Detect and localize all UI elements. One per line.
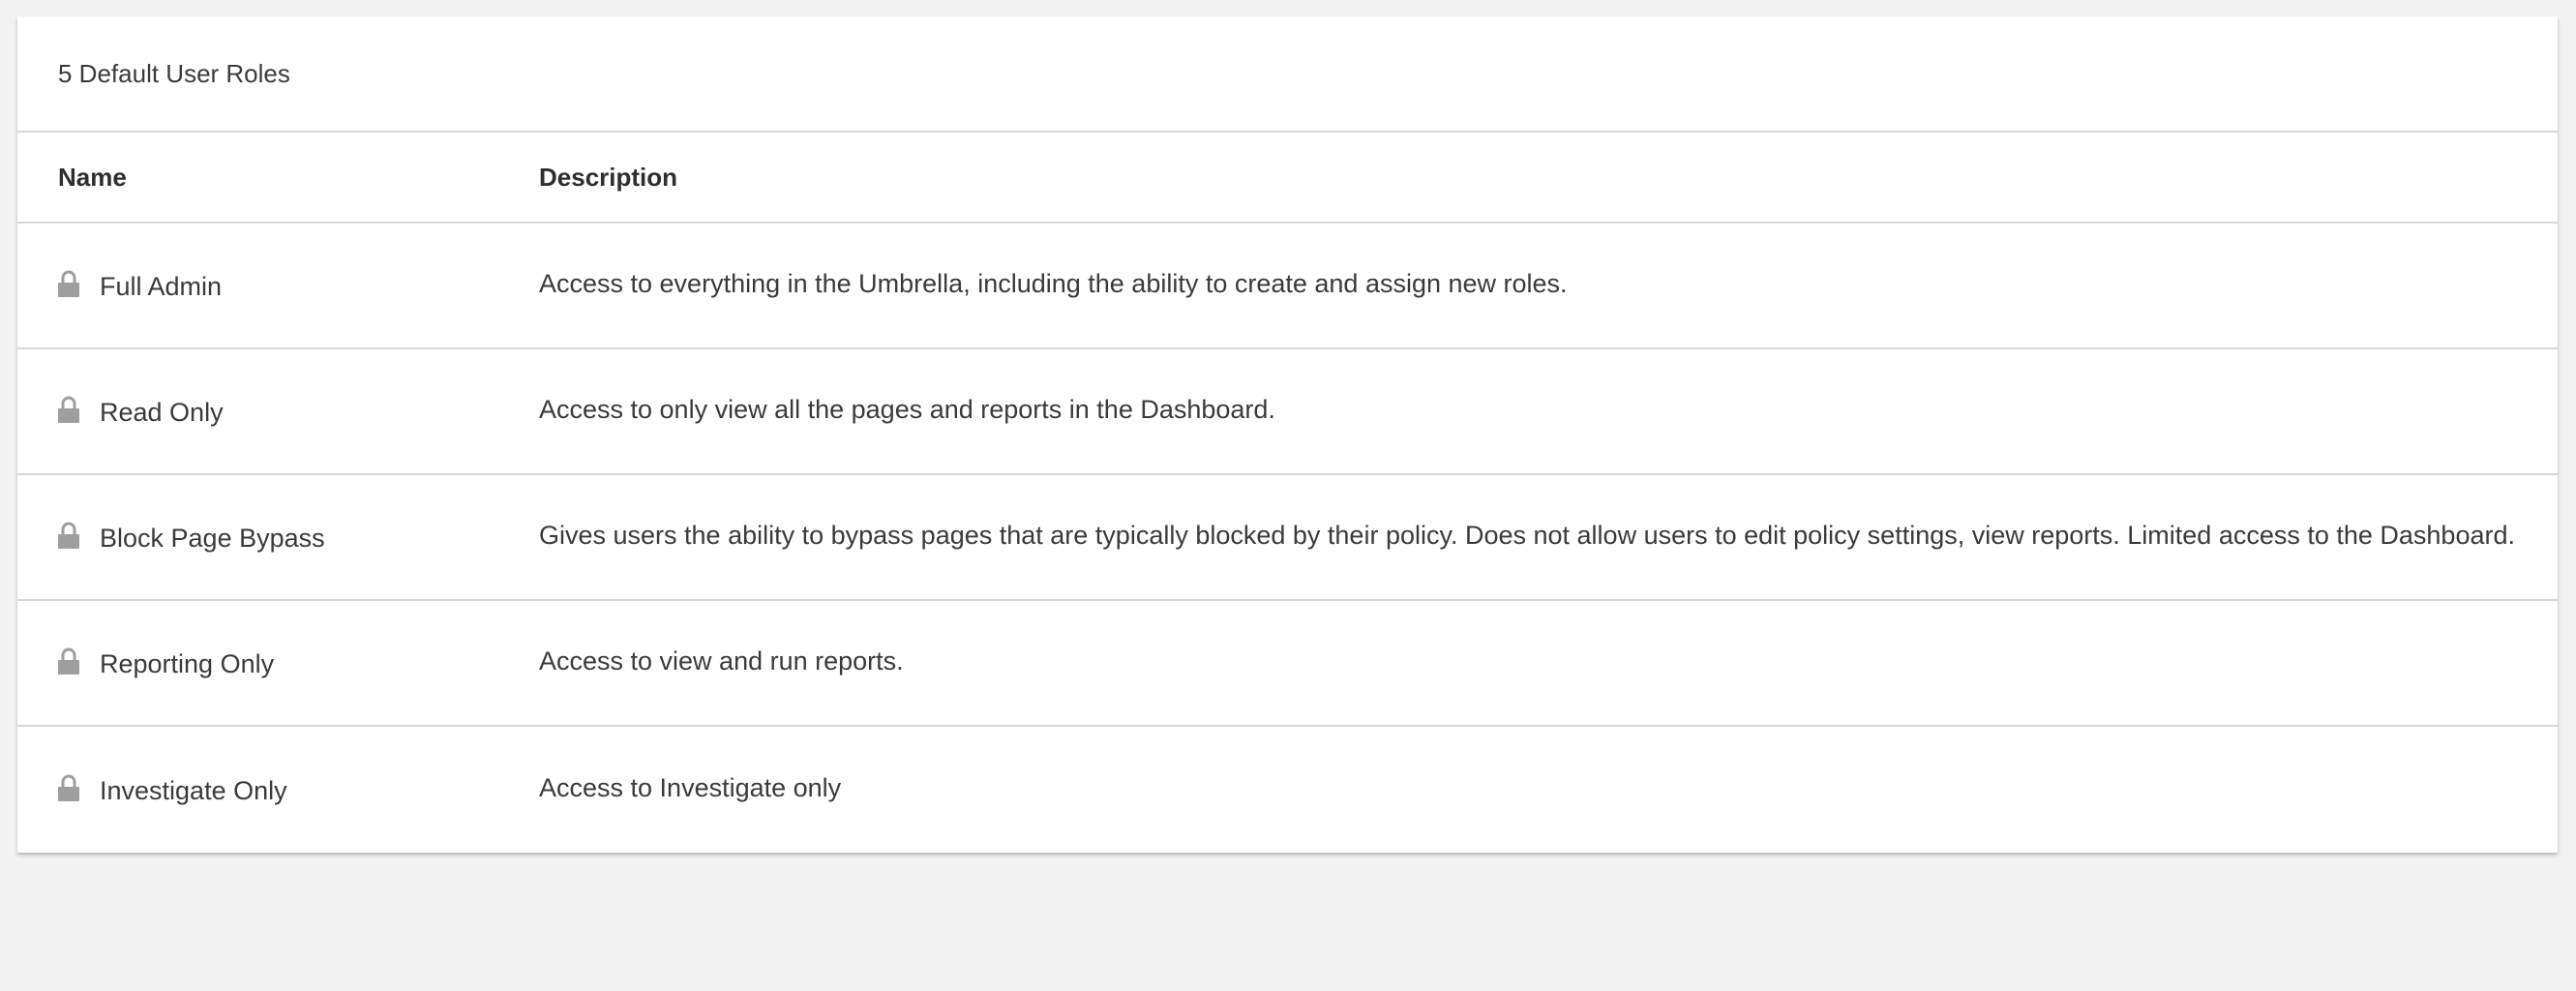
role-description: Access to everything in the Umbrella, in…	[539, 268, 1568, 298]
column-header-description[interactable]: Description	[539, 163, 2558, 193]
table-row[interactable]: Reporting Only Access to view and run re…	[17, 601, 2558, 727]
lock-icon	[58, 396, 79, 423]
table-row[interactable]: Investigate Only Access to Investigate o…	[17, 727, 2558, 853]
lock-icon	[58, 522, 79, 549]
role-description: Access to Investigate only	[539, 772, 842, 802]
user-roles-table: Name Description Full Admin Access to ev…	[17, 133, 2558, 853]
role-name-cell: Full Admin	[17, 270, 539, 301]
role-name-cell: Read Only	[17, 396, 539, 427]
table-row[interactable]: Block Page Bypass Gives users the abilit…	[17, 475, 2558, 601]
role-description: Access to only view all the pages and re…	[539, 394, 1275, 424]
card-title: 5 Default User Roles	[17, 16, 2558, 133]
role-name: Block Page Bypass	[100, 523, 325, 553]
role-description: Gives users the ability to bypass pages …	[539, 520, 2515, 550]
column-header-name[interactable]: Name	[17, 163, 539, 193]
table-row[interactable]: Full Admin Access to everything in the U…	[17, 224, 2558, 349]
role-name: Read Only	[100, 397, 224, 427]
lock-icon	[58, 647, 79, 675]
role-description: Access to view and run reports.	[539, 646, 904, 676]
table-header-row: Name Description	[17, 133, 2558, 224]
role-name: Reporting Only	[100, 648, 275, 678]
lock-icon	[58, 774, 79, 801]
role-name-cell: Reporting Only	[17, 647, 539, 678]
role-name-cell: Investigate Only	[17, 774, 539, 805]
role-name: Full Admin	[100, 271, 223, 301]
lock-icon	[58, 270, 79, 297]
table-row[interactable]: Read Only Access to only view all the pa…	[17, 349, 2558, 475]
role-name: Investigate Only	[100, 775, 287, 805]
role-name-cell: Block Page Bypass	[17, 522, 539, 553]
user-roles-card: 5 Default User Roles Name Description Fu…	[17, 16, 2558, 853]
